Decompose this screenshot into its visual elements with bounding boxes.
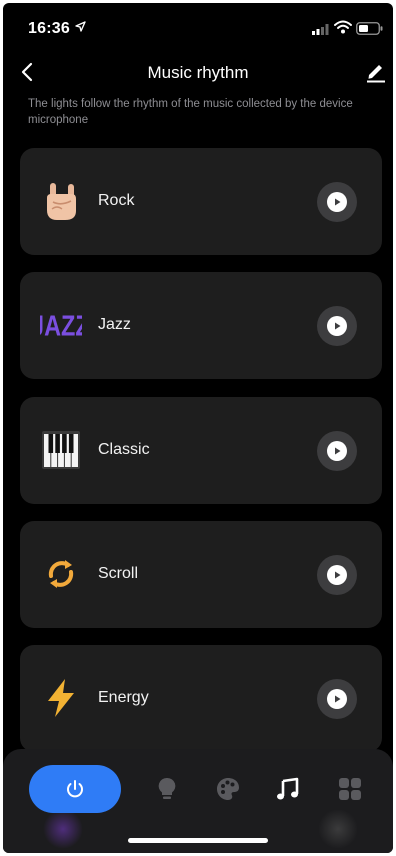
play-button[interactable]	[317, 182, 357, 222]
status-time: 16:36	[28, 20, 70, 37]
battery-icon	[356, 22, 383, 35]
play-icon	[327, 689, 347, 709]
rock-hand-icon	[40, 180, 82, 222]
mode-label: Classic	[98, 441, 150, 458]
grid-tab-icon[interactable]	[337, 776, 363, 802]
mode-card-scroll[interactable]: Scroll	[20, 521, 382, 628]
power-button[interactable]	[29, 765, 121, 813]
page-title: Music rhythm	[147, 63, 249, 82]
play-icon	[327, 441, 347, 461]
decorative-glow	[318, 809, 358, 849]
mode-label: Jazz	[98, 316, 131, 333]
mode-card-jazz[interactable]: JAZZ Jazz	[20, 272, 382, 379]
decorative-glow	[43, 809, 83, 849]
mode-label: Rock	[98, 192, 135, 209]
wifi-icon	[334, 20, 352, 34]
play-button[interactable]	[317, 555, 357, 595]
navigation-header: Music rhythm	[3, 55, 393, 91]
mode-description: The lights follow the rhythm of the musi…	[28, 98, 353, 126]
mode-label: Scroll	[98, 565, 139, 582]
play-icon	[327, 316, 347, 336]
app-screen: 16:36 Music rhythm The lights follow the…	[3, 3, 393, 853]
scroll-arrows-icon	[40, 553, 82, 595]
location-arrow-icon	[75, 21, 86, 32]
bulb-tab-icon[interactable]	[154, 776, 180, 802]
music-tab-icon[interactable]	[275, 776, 301, 802]
mode-label: Energy	[98, 689, 149, 706]
home-indicator[interactable]	[128, 838, 268, 843]
play-icon	[327, 192, 347, 212]
power-icon	[67, 780, 83, 798]
cellular-signal-icon	[312, 24, 329, 35]
jazz-icon: JAZZ	[40, 304, 82, 346]
play-button[interactable]	[317, 306, 357, 346]
status-bar: 16:36	[3, 3, 393, 55]
play-button[interactable]	[317, 431, 357, 471]
mode-card-energy[interactable]: Energy	[20, 645, 382, 752]
edit-pencil-icon[interactable]	[366, 61, 386, 83]
piano-icon	[40, 429, 82, 471]
play-icon	[327, 565, 347, 585]
palette-tab-icon[interactable]	[215, 776, 241, 802]
mode-card-rock[interactable]: Rock	[20, 148, 382, 255]
mode-card-classic[interactable]: Classic	[20, 397, 382, 504]
play-button[interactable]	[317, 679, 357, 719]
jazz-icon-text: JAZZ	[40, 309, 82, 342]
lightning-icon	[40, 677, 82, 719]
